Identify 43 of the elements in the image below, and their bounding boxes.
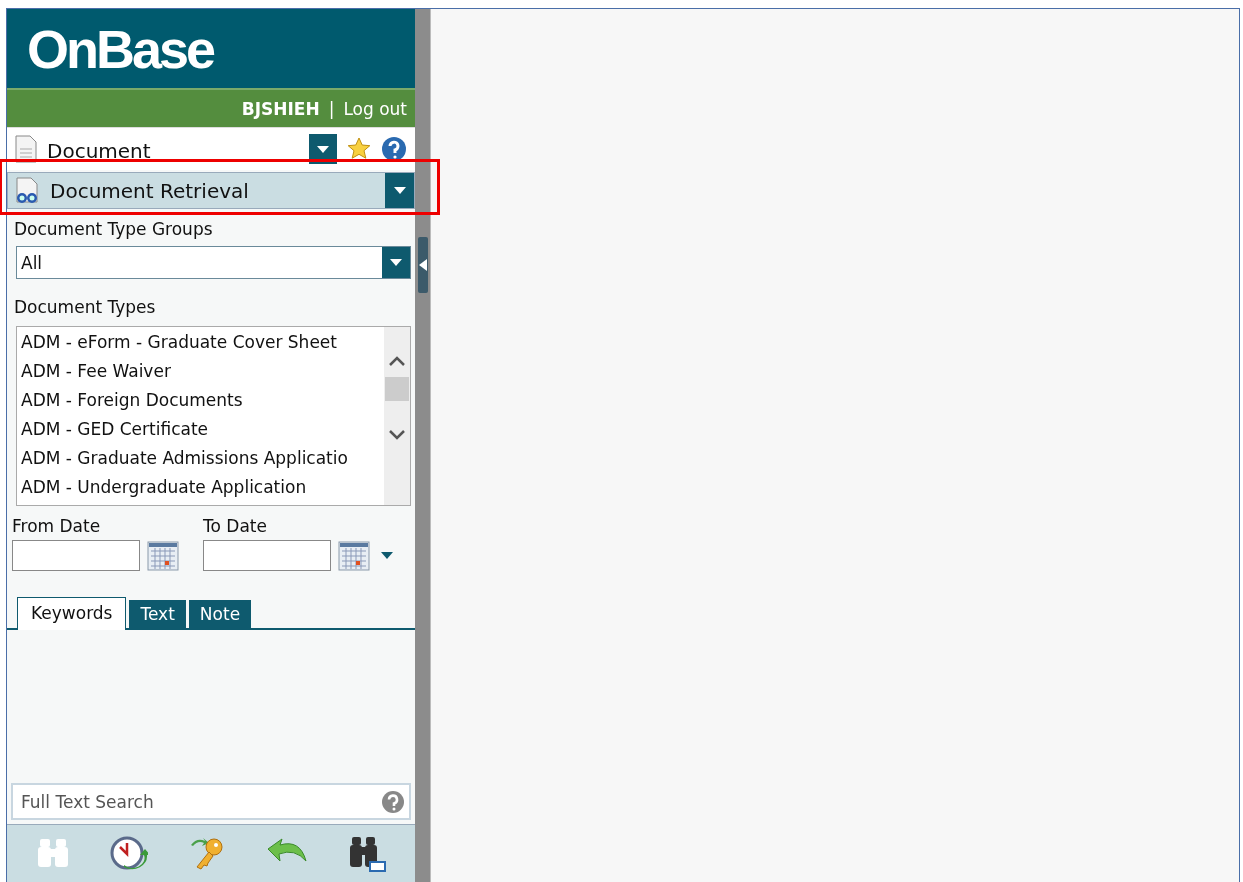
tab[interactable]: Note [188,600,252,628]
scrollbar[interactable] [384,327,410,505]
list-item[interactable]: ADM - eForm - Graduate Cover Sheet [21,329,384,358]
field-label: Document Type Groups [14,219,214,239]
document-binoculars-icon [14,176,40,205]
date-field[interactable] [203,540,331,571]
clock-icon[interactable] [109,835,148,871]
tab[interactable]: Text [129,600,186,628]
help-icon[interactable] [381,136,407,162]
user-name: BJSHIEH [241,98,320,119]
search-field[interactable]: Full Text Search [11,783,411,820]
collapse-icon[interactable] [418,259,427,271]
date-field[interactable] [12,540,140,571]
category-label: Document [47,138,152,163]
list-item[interactable]: ADM - Fee Waiver [21,358,384,387]
scrollbar-thumb[interactable] [385,377,409,401]
field-label: To Date [203,516,268,536]
logout-link[interactable]: Log out [343,98,407,119]
calendar-icon[interactable] [147,540,179,571]
module-selector[interactable]: Document Retrieval [7,172,415,209]
dropdown-button[interactable] [385,173,414,208]
document-icon [15,135,37,163]
field-label: Document Types [14,297,157,317]
module-title: Document Retrieval [50,178,250,203]
star-icon[interactable] [347,137,371,161]
logo: OnBase [27,17,214,80]
group-dropdown[interactable]: All [16,246,411,279]
dropdown-button[interactable] [309,134,337,164]
caret-icon [317,145,329,153]
list-item[interactable]: ADM - Graduate Admissions Applicatio [21,445,384,474]
curved-arrow-icon[interactable] [266,835,309,865]
separator: | [328,98,335,119]
calendar-icon[interactable] [338,540,370,571]
list-item[interactable]: ADM - Undergraduate Application [21,474,384,503]
list-item[interactable]: ADM - Foreign Documents [21,387,384,416]
caret-icon [393,187,406,194]
list-item[interactable]: ADM - GED Certificate [21,416,384,445]
binoculars-icon[interactable] [347,835,388,873]
caret-icon [381,552,393,559]
tab[interactable]: Keywords [17,597,127,630]
caret-icon [390,259,402,266]
field-label: From Date [12,516,102,536]
help-icon[interactable] [381,790,405,814]
